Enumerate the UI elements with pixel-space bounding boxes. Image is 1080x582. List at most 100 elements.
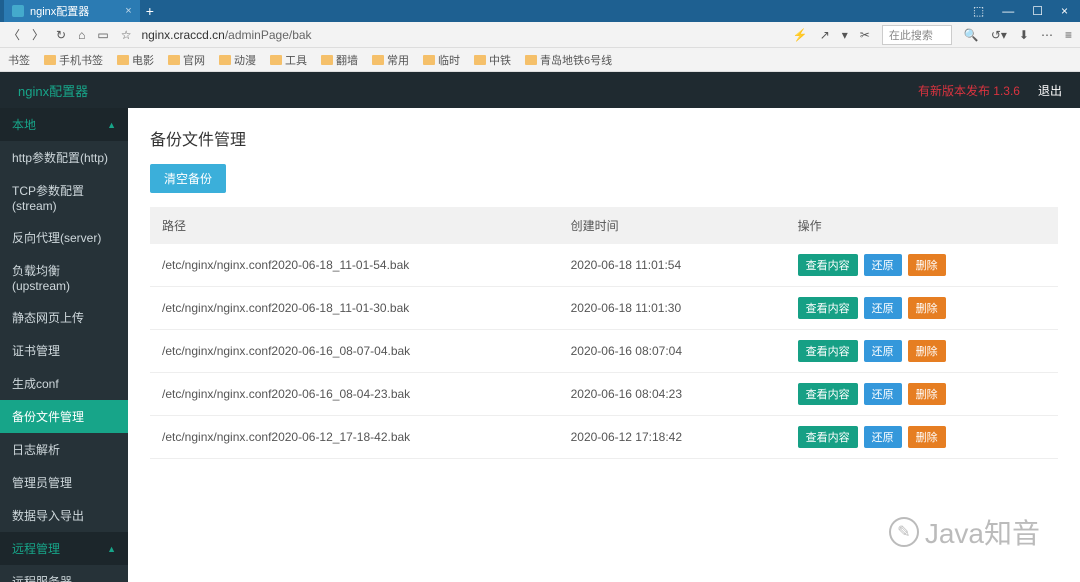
sidebar-section-local[interactable]: 本地 ▲ bbox=[0, 108, 128, 141]
sidebar-item[interactable]: 静态网页上传 bbox=[0, 301, 128, 334]
bookmark-item[interactable]: 手机书签 bbox=[44, 52, 103, 68]
table-row: /etc/nginx/nginx.conf2020-06-16_08-07-04… bbox=[150, 330, 1058, 373]
view-button[interactable]: 查看内容 bbox=[798, 426, 858, 448]
restore-button[interactable]: 还原 bbox=[864, 297, 902, 319]
app-brand[interactable]: nginx配置器 bbox=[18, 81, 88, 100]
tab-favicon bbox=[12, 5, 24, 17]
bookmark-item[interactable]: 动漫 bbox=[219, 52, 256, 68]
cell-ops: 查看内容还原删除 bbox=[786, 287, 1058, 330]
folder-icon bbox=[117, 55, 129, 65]
table-row: /etc/nginx/nginx.conf2020-06-12_17-18-42… bbox=[150, 416, 1058, 459]
bookmark-item[interactable]: 电影 bbox=[117, 52, 154, 68]
delete-button[interactable]: 删除 bbox=[908, 254, 946, 276]
close-window-icon[interactable]: × bbox=[1061, 4, 1068, 18]
sidebar-item[interactable]: 反向代理(server) bbox=[0, 221, 128, 254]
browser-tab[interactable]: nginx配置器 × bbox=[4, 0, 140, 22]
restore-button[interactable]: 还原 bbox=[864, 340, 902, 362]
sidebar-item[interactable]: 生成conf bbox=[0, 367, 128, 400]
flash-icon[interactable]: ⚡ bbox=[793, 28, 808, 42]
restore-button[interactable]: 还原 bbox=[864, 426, 902, 448]
new-tab-button[interactable]: + bbox=[146, 3, 154, 19]
screenshot-icon[interactable]: ✂ bbox=[860, 28, 870, 42]
col-ops: 操作 bbox=[786, 207, 1058, 244]
folder-icon bbox=[525, 55, 537, 65]
bookmark-item[interactable]: 翻墙 bbox=[321, 52, 358, 68]
cell-ops: 查看内容还原删除 bbox=[786, 373, 1058, 416]
main-content: 备份文件管理 清空备份 路径 创建时间 操作 /etc/nginx/nginx.… bbox=[128, 108, 1080, 582]
cell-created: 2020-06-16 08:07:04 bbox=[559, 330, 786, 373]
sidebar-item[interactable]: 备份文件管理 bbox=[0, 400, 128, 433]
sidebar-item[interactable]: 负载均衡(upstream) bbox=[0, 254, 128, 301]
sidebar-item[interactable]: 证书管理 bbox=[0, 334, 128, 367]
table-row: /etc/nginx/nginx.conf2020-06-16_08-04-23… bbox=[150, 373, 1058, 416]
bookmark-item[interactable]: 临时 bbox=[423, 52, 460, 68]
star-icon[interactable]: ☆ bbox=[121, 28, 132, 42]
minimize-icon[interactable]: — bbox=[1002, 4, 1014, 18]
history-icon[interactable]: ↺▾ bbox=[991, 28, 1007, 42]
view-button[interactable]: 查看内容 bbox=[798, 383, 858, 405]
cell-ops: 查看内容还原删除 bbox=[786, 330, 1058, 373]
delete-button[interactable]: 删除 bbox=[908, 297, 946, 319]
wechat-icon: ✎ bbox=[889, 517, 919, 547]
window-controls: ⬚ — ☐ × bbox=[973, 4, 1080, 18]
sidebar-item[interactable]: 日志解析 bbox=[0, 433, 128, 466]
download-icon[interactable]: ⬇ bbox=[1019, 28, 1029, 42]
delete-button[interactable]: 删除 bbox=[908, 383, 946, 405]
search-input[interactable]: 在此搜索 bbox=[882, 25, 952, 45]
table-row: /etc/nginx/nginx.conf2020-06-18_11-01-54… bbox=[150, 244, 1058, 287]
cell-path: /etc/nginx/nginx.conf2020-06-18_11-01-30… bbox=[150, 287, 559, 330]
page-title: 备份文件管理 bbox=[150, 126, 1058, 150]
restore-button[interactable]: 还原 bbox=[864, 254, 902, 276]
restore-icon[interactable]: ⬚ bbox=[973, 4, 984, 18]
forward-icon[interactable]: 〉 bbox=[32, 26, 44, 43]
sidebar-section-remote[interactable]: 远程管理 ▲ bbox=[0, 532, 128, 565]
sidebar-item[interactable]: http参数配置(http) bbox=[0, 141, 128, 174]
share-icon[interactable]: ↗ bbox=[820, 28, 830, 42]
address-bar[interactable]: nginx.craccd.cn/adminPage/bak bbox=[141, 28, 782, 42]
reload-icon[interactable]: ↻ bbox=[56, 28, 66, 42]
sidebar-item[interactable]: TCP参数配置(stream) bbox=[0, 174, 128, 221]
cell-created: 2020-06-18 11:01:54 bbox=[559, 244, 786, 287]
logout-link[interactable]: 退出 bbox=[1038, 82, 1062, 99]
sidebar-item[interactable]: 管理员管理 bbox=[0, 466, 128, 499]
translate-icon[interactable]: ▾ bbox=[842, 28, 848, 42]
tab-close-icon[interactable]: × bbox=[125, 5, 131, 17]
back-icon[interactable]: 〈 bbox=[8, 26, 20, 43]
reader-icon[interactable]: ▭ bbox=[97, 28, 108, 42]
bookmark-item[interactable]: 官网 bbox=[168, 52, 205, 68]
chevron-up-icon: ▲ bbox=[107, 544, 116, 554]
delete-button[interactable]: 删除 bbox=[908, 426, 946, 448]
view-button[interactable]: 查看内容 bbox=[798, 254, 858, 276]
bookmark-item[interactable]: 青岛地铁6号线 bbox=[525, 52, 612, 68]
backup-table: 路径 创建时间 操作 /etc/nginx/nginx.conf2020-06-… bbox=[150, 207, 1058, 459]
bookmark-item[interactable]: 中铁 bbox=[474, 52, 511, 68]
view-button[interactable]: 查看内容 bbox=[798, 340, 858, 362]
col-created: 创建时间 bbox=[559, 207, 786, 244]
cell-path: /etc/nginx/nginx.conf2020-06-16_08-04-23… bbox=[150, 373, 559, 416]
folder-icon bbox=[44, 55, 56, 65]
app-header: nginx配置器 有新版本发布 1.3.6 退出 bbox=[0, 72, 1080, 108]
browser-navbar: 〈 〉 ↻ ⌂ ▭ ☆ nginx.craccd.cn/adminPage/ba… bbox=[0, 22, 1080, 48]
folder-icon bbox=[372, 55, 384, 65]
cell-path: /etc/nginx/nginx.conf2020-06-16_08-07-04… bbox=[150, 330, 559, 373]
cell-created: 2020-06-16 08:04:23 bbox=[559, 373, 786, 416]
version-notice[interactable]: 有新版本发布 1.3.6 bbox=[918, 82, 1020, 99]
clear-backup-button[interactable]: 清空备份 bbox=[150, 164, 226, 193]
view-button[interactable]: 查看内容 bbox=[798, 297, 858, 319]
cell-created: 2020-06-12 17:18:42 bbox=[559, 416, 786, 459]
home-icon[interactable]: ⌂ bbox=[78, 28, 85, 42]
restore-button[interactable]: 还原 bbox=[864, 383, 902, 405]
watermark: ✎ Java知音 bbox=[889, 512, 1040, 552]
sidebar-item[interactable]: 远程服务器 bbox=[0, 565, 128, 582]
menu-icon[interactable]: ≡ bbox=[1065, 28, 1072, 42]
sidebar-item[interactable]: 数据导入导出 bbox=[0, 499, 128, 532]
folder-icon bbox=[321, 55, 333, 65]
bookmark-item[interactable]: 常用 bbox=[372, 52, 409, 68]
table-row: /etc/nginx/nginx.conf2020-06-18_11-01-30… bbox=[150, 287, 1058, 330]
maximize-icon[interactable]: ☐ bbox=[1032, 4, 1043, 18]
folder-icon bbox=[270, 55, 282, 65]
more-icon[interactable]: ⋯ bbox=[1041, 28, 1053, 42]
delete-button[interactable]: 删除 bbox=[908, 340, 946, 362]
search-icon[interactable]: 🔍 bbox=[964, 28, 979, 42]
bookmark-item[interactable]: 工具 bbox=[270, 52, 307, 68]
